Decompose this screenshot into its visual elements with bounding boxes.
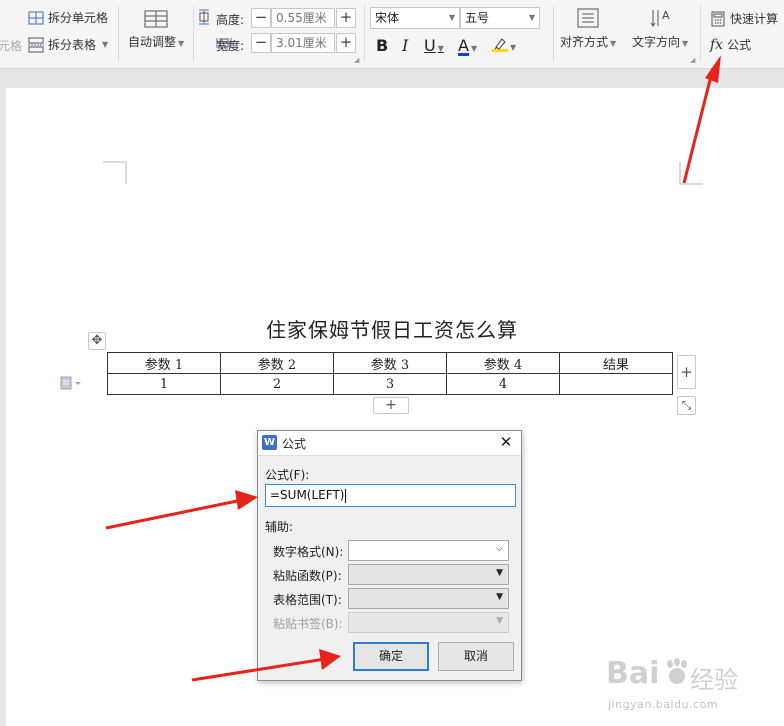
add-row-button[interactable]: + — [373, 397, 409, 414]
add-column-button[interactable]: + — [677, 355, 696, 389]
table-cell[interactable]: 1 — [107, 373, 221, 395]
formula-value: =SUM(LEFT) — [270, 488, 345, 502]
watermark-url: jingyan.baidu.com — [608, 698, 719, 711]
caret-down-icon: ▼ — [496, 568, 503, 578]
table-range-label: 表格范围(T): — [273, 593, 342, 607]
table-header-row: 参数 1 参数 2 参数 3 参数 4 结果 — [107, 352, 673, 374]
paste-options-icon[interactable] — [60, 376, 82, 393]
document-title: 住家保姆节假日工资怎么算 — [266, 318, 518, 342]
ok-button[interactable]: 确定 — [353, 642, 429, 671]
number-format-select[interactable]: ⌵ — [348, 540, 509, 561]
formula-dialog: W 公式 ✕ 公式(F): =SUM(LEFT) 辅助: 数字格式(N): ⌵ … — [257, 430, 522, 681]
table-cell[interactable]: 3 — [333, 373, 447, 395]
cancel-button[interactable]: 取消 — [438, 642, 514, 671]
paste-function-select[interactable]: ▼ — [348, 564, 509, 585]
table-header-cell[interactable]: 参数 2 — [220, 352, 334, 374]
watermark-brand: Bai — [606, 656, 660, 691]
table-header-cell[interactable]: 参数 1 — [107, 352, 221, 374]
chevron-down-icon: ⌵ — [496, 544, 503, 554]
paste-function-label: 粘贴函数(P): — [273, 569, 342, 583]
table-cell[interactable]: 4 — [446, 373, 560, 395]
caret-down-icon: ▼ — [496, 592, 503, 602]
table-header-cell[interactable]: 参数 3 — [333, 352, 447, 374]
table-cell[interactable]: 2 — [220, 373, 334, 395]
table-cell[interactable] — [559, 373, 673, 395]
number-format-label: 数字格式(N): — [273, 545, 344, 559]
table-range-select[interactable]: ▼ — [348, 588, 509, 609]
baidu-jingyan-watermark: Bai 经验 jingyan.baidu.com — [606, 652, 746, 718]
assist-label: 辅助: — [265, 520, 294, 534]
close-icon[interactable]: ✕ — [497, 433, 515, 451]
formula-label: 公式(F): — [265, 468, 310, 482]
data-table: 参数 1 参数 2 参数 3 参数 4 结果 1 2 3 4 — [107, 352, 673, 395]
paste-bookmark-select: ▼ — [348, 612, 509, 633]
table-move-handle[interactable]: ✥ — [88, 332, 106, 350]
formula-input[interactable]: =SUM(LEFT) — [265, 484, 516, 507]
text-cursor — [345, 488, 347, 503]
wps-writer-icon: W — [262, 435, 277, 450]
table-resize-handle[interactable]: ⤡ — [677, 396, 696, 415]
caret-down-icon: ▼ — [496, 616, 503, 626]
paste-bookmark-label: 粘贴书签(B): — [273, 617, 343, 631]
table-row: 1 2 3 4 — [107, 373, 673, 395]
table-header-cell[interactable]: 结果 — [559, 352, 673, 374]
table-header-cell[interactable]: 参数 4 — [446, 352, 560, 374]
dialog-titlebar[interactable]: W 公式 ✕ — [258, 431, 521, 456]
dialog-title: 公式 — [282, 437, 307, 451]
paw-icon — [664, 658, 690, 691]
watermark-brand-cn: 经验 — [690, 666, 738, 694]
